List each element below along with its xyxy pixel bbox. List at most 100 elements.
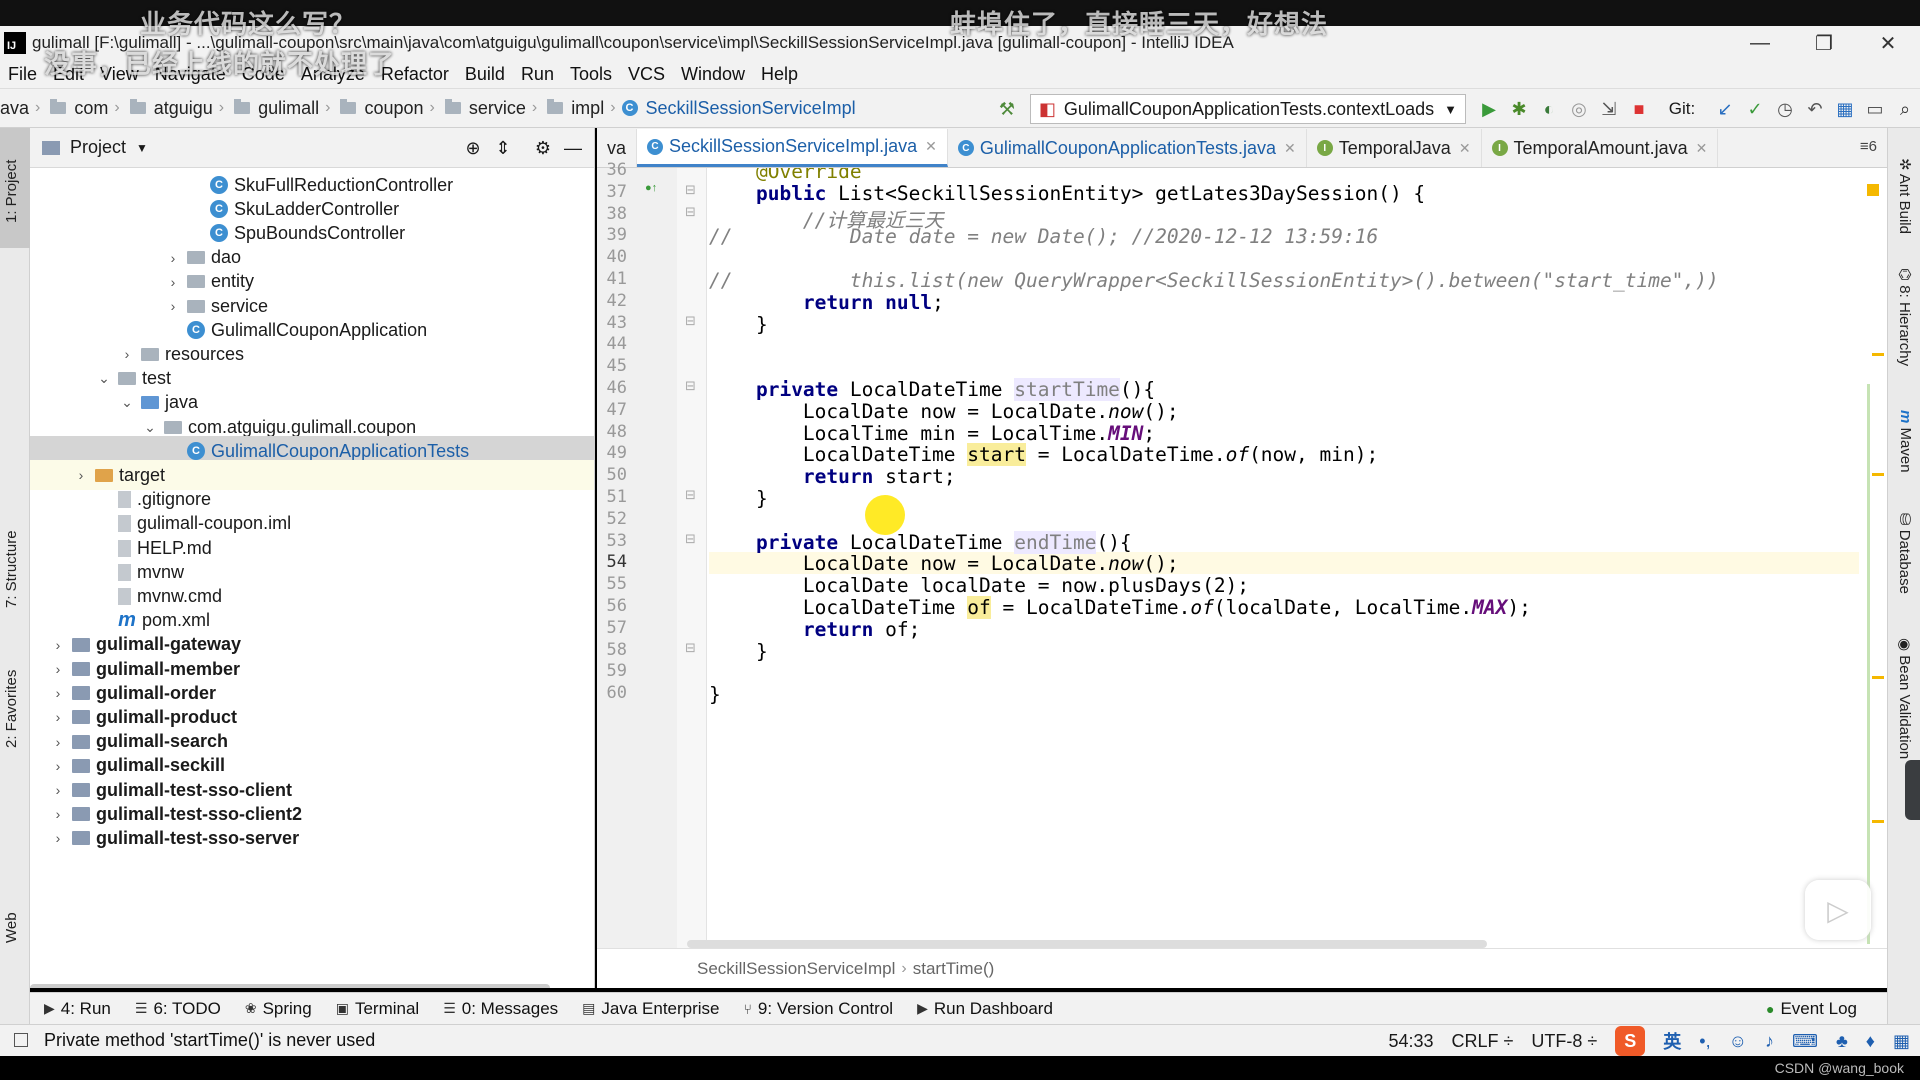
chevron-right-icon[interactable]: › <box>50 758 66 774</box>
search-icon[interactable]: ⌕ <box>1890 94 1920 124</box>
override-method-icon[interactable]: ●↑ <box>645 182 657 194</box>
toolwindow-java-enterprise[interactable]: ▤ Java Enterprise <box>582 999 719 1019</box>
toolwindow-4-run[interactable]: ▶ 4: Run <box>44 999 111 1019</box>
menu-build[interactable]: Build <box>465 64 505 85</box>
attach-icon[interactable]: ⇲ <box>1594 94 1624 124</box>
breadcrumb-item[interactable]: gulimall <box>230 98 319 119</box>
chevron-right-icon[interactable]: › <box>165 274 181 290</box>
git-update-icon[interactable]: ↙ <box>1710 94 1740 124</box>
code-line[interactable]: } <box>709 487 768 510</box>
coverage-icon[interactable]: ◐ <box>1534 94 1564 124</box>
editor-tab[interactable]: I TemporalAmount.java ✕ <box>1482 129 1719 167</box>
breadcrumb-item[interactable]: atguigu <box>126 98 213 119</box>
git-commit-icon[interactable]: ✓ <box>1740 94 1770 124</box>
code-line[interactable]: //计算最近三天 <box>709 204 944 232</box>
ime-language[interactable]: 英 <box>1663 1028 1681 1054</box>
event-log-button[interactable]: ● Event Log <box>1766 999 1857 1019</box>
git-rollback-icon[interactable]: ↶ <box>1800 94 1830 124</box>
ime-keyboard-icon[interactable]: ⌨ <box>1792 1031 1818 1052</box>
toolwindow-6-todo[interactable]: ☰ 6: TODO <box>135 999 221 1019</box>
minimize-button[interactable]: — <box>1728 26 1792 60</box>
project-structure-icon[interactable]: ▦ <box>1830 94 1860 124</box>
run-icon[interactable]: ▶ <box>1474 94 1504 124</box>
caret-position[interactable]: 54:33 <box>1388 1031 1433 1052</box>
project-panel-title[interactable]: Project <box>70 137 126 158</box>
code-line[interactable]: LocalDate now = LocalDate.now(); <box>709 552 1179 575</box>
tab-web[interactable]: Web <box>3 912 20 943</box>
toolwindow-terminal[interactable]: ▣ Terminal <box>336 999 419 1019</box>
code-line[interactable]: return of; <box>709 618 920 641</box>
fold-marker-icon[interactable]: ⊟ <box>685 487 696 503</box>
hide-panel-icon[interactable]: — <box>558 133 588 163</box>
code-line[interactable]: // Date date = new Date(); //2020-12-12 … <box>709 225 1378 248</box>
code-horizontal-scrollbar[interactable] <box>687 940 1487 948</box>
code-line[interactable]: LocalDateTime of = LocalDateTime.of(loca… <box>709 596 1531 619</box>
chevron-down-icon[interactable]: ▼ <box>136 141 148 155</box>
chevron-right-icon[interactable]: › <box>50 637 66 653</box>
code-line[interactable]: LocalDate now = LocalDate.now(); <box>709 400 1179 423</box>
collapse-all-icon[interactable]: ⇕ <box>488 133 518 163</box>
code-line[interactable]: LocalDateTime start = LocalDateTime.of(n… <box>709 443 1378 467</box>
tab-structure[interactable]: 7: Structure <box>3 530 20 608</box>
editor-tab[interactable]: I TemporalJava ✕ <box>1307 129 1482 167</box>
code-line[interactable]: } <box>709 683 721 706</box>
menu-file[interactable]: File <box>8 64 37 85</box>
menu-vcs[interactable]: VCS <box>628 64 665 85</box>
fold-marker-icon[interactable]: ⊟ <box>685 531 696 547</box>
ime-skin-icon[interactable]: ♣ <box>1836 1031 1848 1052</box>
close-icon[interactable]: ✕ <box>1284 140 1296 157</box>
video-play-button[interactable]: ▷ <box>1805 880 1871 940</box>
tab-bean-validation[interactable]: ◉ Bean Validation <box>1896 638 1914 759</box>
code-area[interactable]: @Override public List<SeckillSessionEnti… <box>709 168 1859 948</box>
close-icon[interactable]: ✕ <box>925 138 937 155</box>
ime-user-icon[interactable]: ♦ <box>1866 1031 1875 1052</box>
git-history-icon[interactable]: ◷ <box>1770 94 1800 124</box>
breadcrumb-item[interactable]: ava <box>0 98 29 119</box>
menu-window[interactable]: Window <box>681 64 745 85</box>
tab-database[interactable]: ⛁ Database <box>1896 513 1914 594</box>
chevron-right-icon[interactable]: › <box>119 346 135 362</box>
close-icon[interactable]: ✕ <box>1459 140 1471 157</box>
code-line[interactable]: LocalTime min = LocalTime.MIN; <box>709 422 1155 445</box>
code-line[interactable]: // this.list(new QueryWrapper<SeckillSes… <box>709 269 1719 292</box>
chevron-right-icon[interactable]: › <box>50 830 66 846</box>
breadcrumb-item[interactable]: C SeckillSessionServiceImpl <box>621 98 856 119</box>
sogou-ime-icon[interactable]: S <box>1615 1026 1646 1056</box>
debug-icon[interactable]: ✱ <box>1504 94 1534 124</box>
code-line[interactable]: @Override <box>709 168 862 183</box>
ime-emoji-icon[interactable]: ☺ <box>1729 1031 1747 1052</box>
breadcrumb-item[interactable]: coupon <box>336 98 424 119</box>
inspection-warning-icon[interactable] <box>1867 184 1879 196</box>
code-line[interactable]: LocalDate localDate = now.plusDays(2); <box>709 574 1249 597</box>
code-line[interactable]: private LocalDateTime startTime(){ <box>709 378 1155 401</box>
tab-project[interactable]: 1: Project <box>3 160 20 223</box>
fold-marker-icon[interactable]: ⊟ <box>685 313 696 329</box>
fold-marker-icon[interactable]: ⊟ <box>685 182 696 198</box>
chevron-right-icon[interactable]: › <box>73 467 89 483</box>
line-separator[interactable]: CRLF ÷ <box>1452 1031 1514 1052</box>
editor-tab[interactable]: C SeckillSessionServiceImpl.java ✕ <box>637 129 948 167</box>
toolwindow-9-version-control[interactable]: ⑂ 9: Version Control <box>744 999 894 1019</box>
tree-item[interactable]: › gulimall-test-sso-server <box>30 823 594 853</box>
horizontal-scrollbar[interactable] <box>30 984 550 988</box>
fold-marker-icon[interactable]: ⊟ <box>685 640 696 656</box>
fold-marker-icon[interactable]: ⊟ <box>685 378 696 394</box>
chevron-right-icon[interactable]: › <box>50 661 66 677</box>
chevron-right-icon[interactable]: › <box>165 250 181 266</box>
gear-icon[interactable]: ⚙ <box>528 133 558 163</box>
sdk-icon[interactable]: ▭ <box>1860 94 1890 124</box>
restore-button[interactable]: ❐ <box>1792 26 1856 60</box>
tab-hierarchy[interactable]: ⌬ 8: Hierarchy <box>1896 268 1914 366</box>
chevron-right-icon[interactable]: › <box>165 298 181 314</box>
status-toggle-icon[interactable] <box>14 1033 28 1047</box>
locate-icon[interactable]: ⊕ <box>458 133 488 163</box>
ime-voice-icon[interactable]: ♪ <box>1765 1031 1774 1052</box>
menu-run[interactable]: Run <box>521 64 554 85</box>
menu-tools[interactable]: Tools <box>570 64 612 85</box>
code-line[interactable]: } <box>709 313 768 336</box>
profile-icon[interactable]: ◎ <box>1564 94 1594 124</box>
tab-ant-build[interactable]: ✲ Ant Build <box>1896 158 1914 234</box>
overlay-edge-handle[interactable] <box>1905 760 1920 820</box>
tab-maven[interactable]: m Maven <box>1897 410 1914 473</box>
file-encoding[interactable]: UTF-8 ÷ <box>1531 1031 1597 1052</box>
